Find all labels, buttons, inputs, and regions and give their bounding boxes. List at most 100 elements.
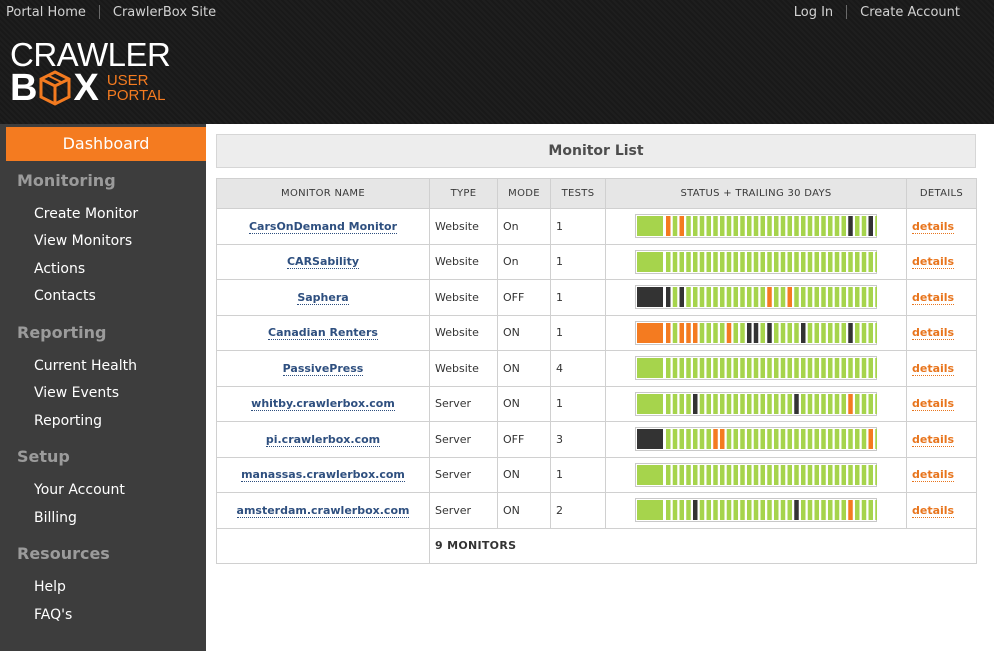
day-status-segment (834, 322, 840, 343)
day-status-segment (672, 393, 678, 414)
sidebar-section-resources: Resources (17, 544, 110, 563)
day-status-segment (733, 464, 738, 485)
monitor-name-link[interactable]: Canadian Renters (268, 326, 378, 341)
crawlerbox-site-link[interactable]: CrawlerBox Site (113, 5, 216, 20)
day-status-segment (794, 464, 799, 485)
monitor-name-link[interactable]: PassivePress (282, 361, 364, 376)
table-row: whitby.crawlerbox.com Server ON 1 detail… (216, 385, 977, 422)
day-status-segment (868, 216, 873, 237)
table-row: Saphera Website OFF 1 details (216, 279, 977, 316)
day-status-segment (740, 322, 745, 343)
sidebar-item-reporting[interactable]: Reporting (34, 413, 102, 429)
day-status-segment (720, 393, 725, 414)
day-status-segment (807, 393, 813, 414)
day-status-segment (814, 358, 819, 379)
day-status-segment (794, 287, 799, 308)
sidebar-item-view-events[interactable]: View Events (34, 385, 119, 401)
day-status-segment (875, 287, 877, 308)
sidebar-section-reporting: Reporting (17, 323, 107, 342)
table-row: amsterdam.crawlerbox.com Server ON 2 det… (216, 492, 977, 529)
sidebar-item-view-monitors[interactable]: View Monitors (34, 233, 132, 249)
top-nav-right: Log In Create Account (794, 4, 960, 20)
day-status-segment (855, 216, 860, 237)
sidebar-item-help[interactable]: Help (34, 579, 66, 595)
day-status-segment (774, 464, 779, 485)
day-status-segment (861, 287, 867, 308)
day-status-segment (767, 500, 772, 521)
crawlerbox-logo[interactable]: CRAWLER B X USER PORTAL (10, 38, 190, 108)
details-link[interactable]: details (912, 503, 955, 518)
details-link[interactable]: details (912, 397, 955, 412)
sidebar-item-create-monitor[interactable]: Create Monitor (34, 206, 138, 222)
day-status-segment (868, 251, 873, 272)
monitor-name-link[interactable]: amsterdam.crawlerbox.com (236, 503, 410, 518)
day-status-segment (780, 500, 786, 521)
day-status-segment (760, 287, 765, 308)
details-link[interactable]: details (912, 432, 955, 447)
sidebar-item-current-health[interactable]: Current Health (34, 358, 137, 374)
create-account-link[interactable]: Create Account (860, 5, 960, 20)
day-status-segment (861, 393, 867, 414)
day-status-segment (787, 358, 792, 379)
cell-details: details (906, 492, 977, 529)
table-row: PassivePress Website ON 4 details (216, 350, 977, 387)
table-row: pi.crawlerbox.com Server OFF 3 details (216, 421, 977, 458)
day-status-segment (875, 464, 877, 485)
day-status-segment (848, 358, 853, 379)
monitor-name-link[interactable]: Saphera (297, 290, 349, 305)
monitor-name-link[interactable]: CarsOnDemand Monitor (248, 219, 397, 234)
day-status-segment (740, 429, 745, 450)
day-status-segment (672, 464, 678, 485)
portal-home-link[interactable]: Portal Home (6, 5, 86, 20)
details-link[interactable]: details (912, 326, 955, 341)
details-link[interactable]: details (912, 361, 955, 376)
cell-type: Server (429, 385, 498, 422)
details-link[interactable]: details (912, 468, 955, 483)
day-status-segment (740, 500, 745, 521)
day-status-segment (834, 500, 840, 521)
login-link[interactable]: Log In (794, 5, 833, 20)
cell-monitor-name: amsterdam.crawlerbox.com (216, 492, 430, 529)
day-status-segment (841, 500, 846, 521)
day-status-segment (740, 216, 745, 237)
day-status-segment (868, 358, 873, 379)
monitor-name-link[interactable]: whitby.crawlerbox.com (251, 397, 395, 412)
monitor-name-link[interactable]: manassas.crawlerbox.com (241, 468, 405, 483)
day-status-segment (801, 216, 806, 237)
details-link[interactable]: details (912, 255, 955, 270)
day-status-segment (706, 251, 711, 272)
day-status-segment (733, 393, 738, 414)
day-status-segment (699, 251, 705, 272)
cell-status (605, 456, 907, 493)
day-status-segment (686, 322, 691, 343)
day-status-segment (666, 322, 671, 343)
day-status-segment (740, 358, 745, 379)
day-status-segment (821, 216, 826, 237)
details-link[interactable]: details (912, 219, 955, 234)
day-status-segment (787, 500, 792, 521)
day-status-segment (706, 429, 711, 450)
day-status-segment (848, 287, 853, 308)
day-status-segment (794, 251, 799, 272)
day-status-segment (787, 251, 792, 272)
details-link[interactable]: details (912, 290, 955, 305)
cell-tests: 1 (550, 456, 606, 493)
day-status-segment (706, 500, 711, 521)
sidebar-item-contacts[interactable]: Contacts (34, 288, 96, 304)
day-status-segment (747, 216, 752, 237)
monitor-name-link[interactable]: CARSability (286, 255, 359, 270)
sidebar-item-actions[interactable]: Actions (34, 261, 85, 277)
day-status-segment (875, 500, 877, 521)
sidebar-item-billing[interactable]: Billing (34, 510, 77, 526)
column-header-details: DETAILS (906, 178, 977, 209)
day-status-segment (828, 500, 833, 521)
sidebar-item-dashboard[interactable]: Dashboard (6, 127, 206, 161)
monitor-name-link[interactable]: pi.crawlerbox.com (265, 432, 381, 447)
cell-status (605, 208, 907, 245)
sidebar-item-your-account[interactable]: Your Account (34, 482, 125, 498)
day-status-segment (713, 429, 718, 450)
day-status-segment (828, 251, 833, 272)
day-status-segment (713, 358, 718, 379)
cell-type: Server (429, 456, 498, 493)
sidebar-item-faqs[interactable]: FAQ's (34, 607, 72, 623)
